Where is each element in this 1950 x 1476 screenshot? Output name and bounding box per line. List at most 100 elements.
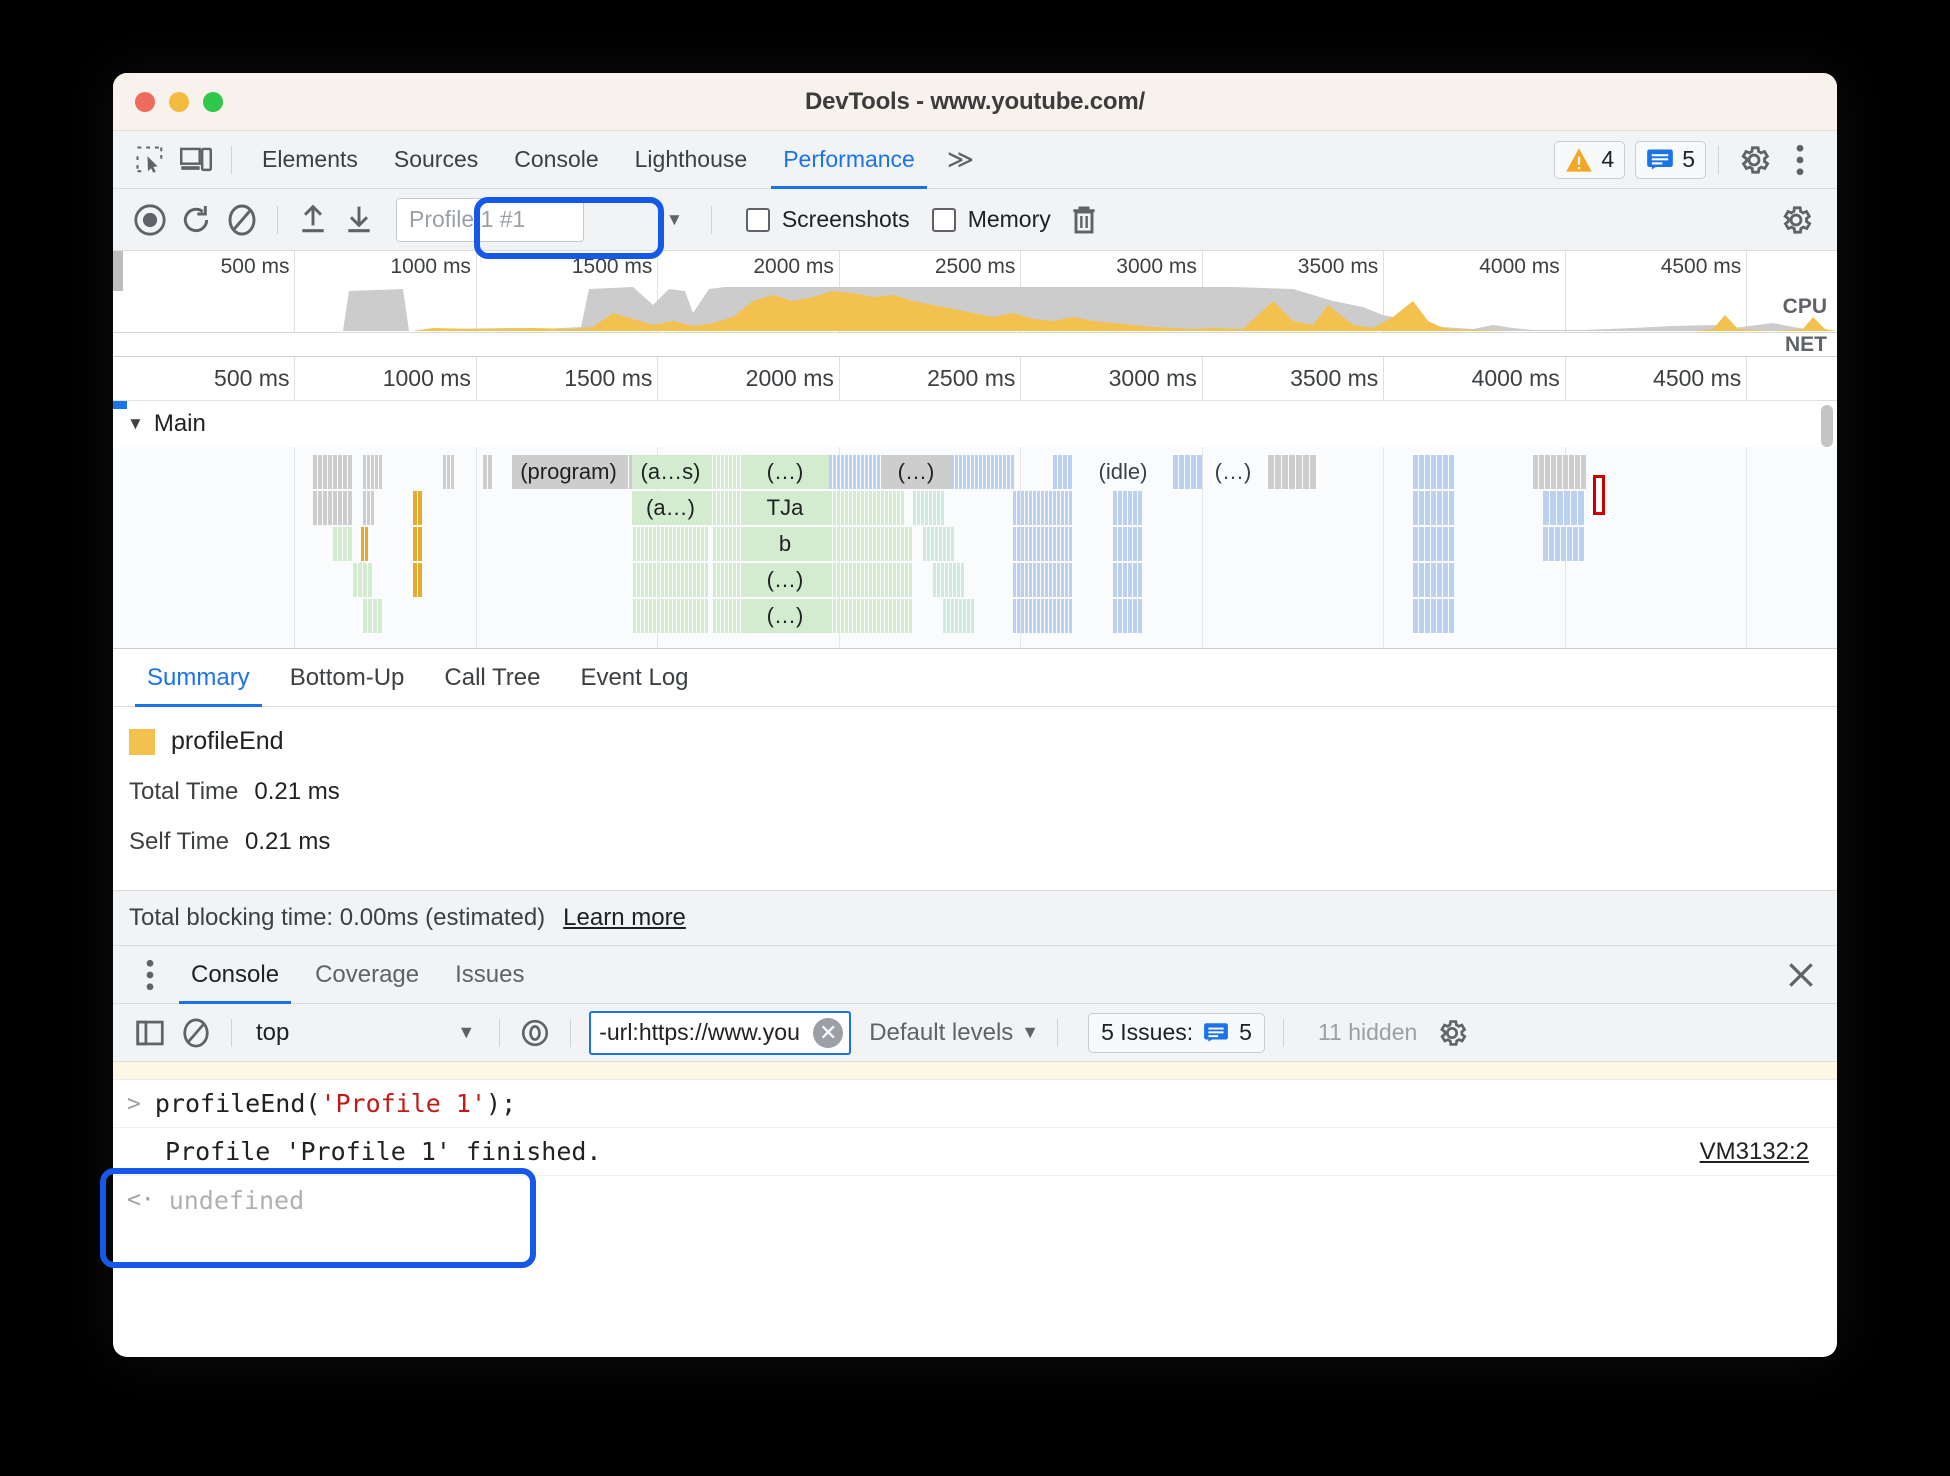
flamechart-bar[interactable] [873,527,876,561]
flamechart-bar[interactable] [1065,599,1068,633]
message-count-button[interactable]: 5 [1635,140,1706,179]
flamechart-bar[interactable] [901,527,904,561]
flamechart-bar[interactable] [378,599,382,633]
flamechart-bar[interactable] [371,491,374,525]
flamechart-bar[interactable] [653,563,656,597]
flamechart-bar[interactable] [1057,527,1060,561]
flamechart-bar[interactable] [955,455,958,489]
flamechart-bar[interactable] [931,527,934,561]
flamechart-bar[interactable] [1268,455,1274,489]
flamechart-bar[interactable] [1061,491,1064,525]
execution-context-chevron-down-icon[interactable]: ▼ [457,1022,475,1043]
flamechart-bar[interactable] [721,527,724,561]
flamechart-bar[interactable] [893,527,896,561]
flamechart-bar[interactable] [913,491,916,525]
flamechart-bar[interactable] [661,599,664,633]
flamechart-bar[interactable] [1118,491,1122,525]
flamechart-bar[interactable] [673,527,676,561]
flamechart-bar[interactable] [1069,563,1072,597]
flamechart-bar[interactable] [1282,455,1288,489]
flamechart-bar[interactable] [1037,563,1040,597]
flamechart-bar[interactable] [889,491,892,525]
flamechart-bar[interactable] [1053,491,1056,525]
flamechart-bar[interactable] [633,563,636,597]
flamechart-bar[interactable] [1021,527,1024,561]
flamechart-bar[interactable] [348,455,352,489]
flamechart-bar[interactable] [637,563,640,597]
main-track-header[interactable]: ▼ Main [113,401,1837,447]
flamechart-bar[interactable] [645,599,648,633]
flamechart-bar[interactable] [897,563,900,597]
flamechart-bar[interactable] [677,527,680,561]
flamechart-bar[interactable] [657,527,660,561]
flamechart-bar[interactable] [951,599,954,633]
flamechart-bar[interactable] [641,527,644,561]
flamechart-bar[interactable] [1564,491,1570,525]
screenshots-checkbox-row[interactable]: Screenshots [745,206,910,233]
flamechart-bar[interactable] [1419,527,1424,561]
flamechart-bar[interactable] [857,455,860,489]
flamechart-bar[interactable] [829,563,832,597]
flamechart-bar[interactable] [693,527,696,561]
flamechart-bar[interactable] [371,455,374,489]
flamechart-bar[interactable] [829,455,832,489]
flamechart-bar[interactable] [729,527,732,561]
flamechart-bar[interactable] [1029,527,1032,561]
flamechart-bar[interactable] [1569,455,1574,489]
flamechart-bar[interactable] [669,599,672,633]
flamechart-bar[interactable] [857,527,860,561]
flamechart-bar[interactable] [1123,599,1127,633]
flamechart-bar[interactable] [935,527,938,561]
flamechart-bar[interactable] [1551,455,1556,489]
inspect-element-icon[interactable] [127,139,173,181]
flamechart-bar[interactable] [343,455,347,489]
flamechart-bar[interactable] [363,491,366,525]
flamechart-bar[interactable] [1437,527,1442,561]
flamechart-bar[interactable] [889,563,892,597]
flamechart-bar[interactable] [963,599,966,633]
flamechart-bar[interactable] [1185,455,1190,489]
flamechart-bar[interactable] [1296,455,1302,489]
flamechart-bar[interactable] [1025,527,1028,561]
console-sidebar-toggle-icon[interactable] [127,1012,173,1054]
flamechart-bar[interactable] [418,563,422,597]
flamechart-bar[interactable] [987,455,990,489]
flamechart-bar[interactable] [1557,455,1562,489]
flamechart-bar[interactable] [1549,527,1554,561]
flamechart-bar[interactable] [1118,599,1122,633]
flamechart-bar[interactable] [833,491,836,525]
flamechart-bar[interactable] [971,599,974,633]
flamechart-bar[interactable] [657,599,660,633]
flamechart-bar[interactable] [1437,455,1442,489]
flamechart-bar[interactable] [1045,527,1048,561]
flamechart-bar[interactable] [873,491,876,525]
flamechart-bar[interactable] [363,599,367,633]
flamechart-bar[interactable] [947,527,950,561]
flamechart-bar[interactable] [443,455,446,489]
flamechart-bar[interactable] [721,563,724,597]
flamechart-bar[interactable] [1065,563,1068,597]
flamechart-bar[interactable] [1413,491,1418,525]
flamechart-bar[interactable] [837,527,840,561]
flamechart-bar[interactable] [1053,527,1056,561]
flamechart-bar[interactable] [937,563,940,597]
flamechart-bar[interactable] [649,527,652,561]
flamechart-bar[interactable] [897,599,900,633]
flamechart-bar[interactable] [1443,599,1448,633]
flamechart-bar[interactable] [413,563,417,597]
flamechart-bar[interactable] [939,527,942,561]
flamechart-bar[interactable] [929,491,932,525]
flamechart-frame[interactable]: (program) [512,455,625,489]
flamechart-bar[interactable] [737,491,740,525]
flamechart-bar[interactable] [1425,455,1430,489]
flamechart-bar[interactable] [1571,491,1577,525]
flamechart-bar[interactable] [1053,563,1056,597]
flamechart-bar[interactable] [1017,563,1020,597]
flamechart-bar[interactable] [967,599,970,633]
flamechart-bar[interactable] [869,527,872,561]
flamechart-bar[interactable] [853,599,856,633]
flamechart-bar[interactable] [1011,455,1014,489]
flamechart-bar[interactable] [701,527,704,561]
flamechart-bar[interactable] [677,599,680,633]
flamechart-bar[interactable] [1003,455,1006,489]
